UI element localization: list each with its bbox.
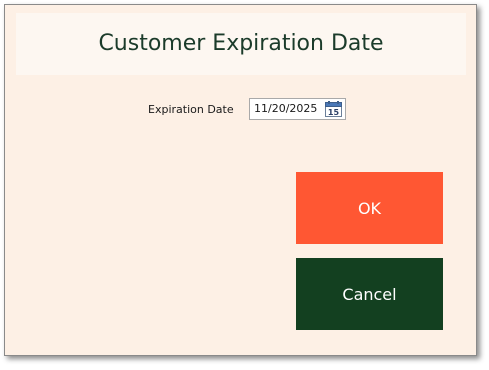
dialog-title: Customer Expiration Date — [98, 31, 384, 56]
header-panel: Customer Expiration Date — [16, 13, 466, 75]
calendar-icon[interactable]: 15 — [325, 101, 342, 117]
expiration-date-label: Expiration Date — [148, 103, 234, 116]
ok-button[interactable]: OK — [296, 172, 443, 244]
expiration-dialog: Customer Expiration Date Expiration Date… — [4, 4, 477, 356]
calendar-day-number: 15 — [328, 108, 340, 117]
expiration-date-value[interactable]: 11/20/2025 — [254, 102, 317, 115]
cancel-button[interactable]: Cancel — [296, 258, 443, 330]
expiration-date-picker[interactable]: 11/20/2025 15 — [249, 98, 346, 120]
